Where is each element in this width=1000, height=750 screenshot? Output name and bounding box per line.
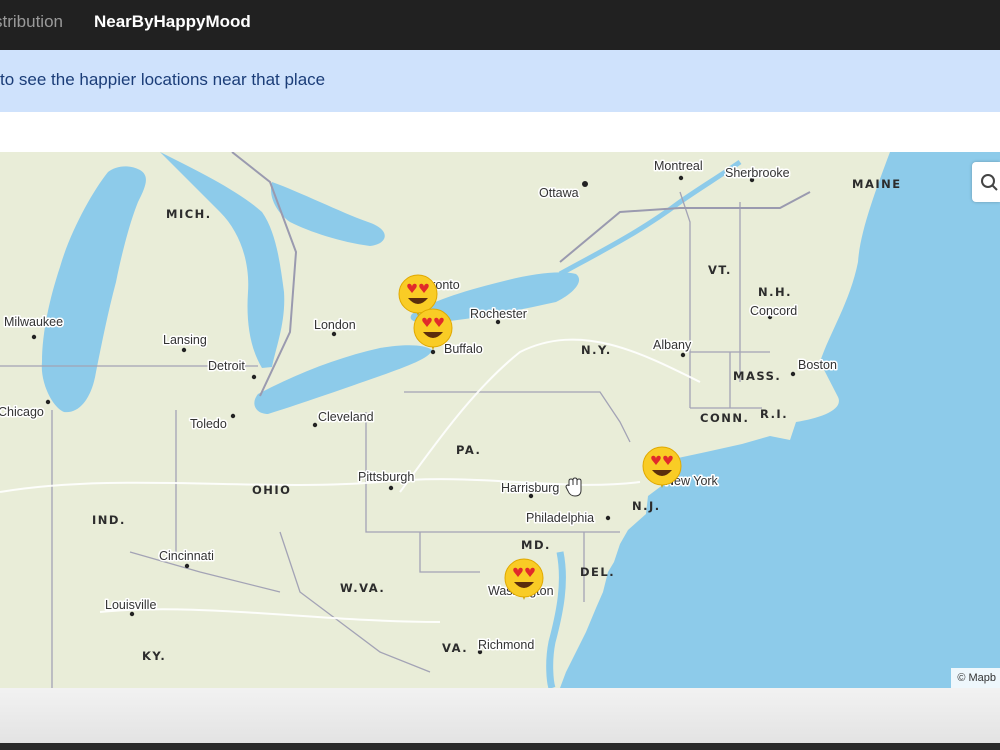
city-label: Cleveland bbox=[318, 410, 374, 424]
window-bottom-edge bbox=[0, 743, 1000, 750]
region-label: MASS. bbox=[733, 369, 781, 383]
nav-link-nearbyhappymood[interactable]: NearByHappyMood bbox=[94, 12, 251, 32]
chesapeake-bay bbox=[546, 551, 566, 688]
region-label: IND. bbox=[92, 513, 126, 527]
lake-michigan bbox=[41, 166, 146, 413]
region-label: MICH. bbox=[166, 207, 212, 221]
map-canvas[interactable]: MICH. MAINE VT. N.H. N.Y. MASS. CONN. R.… bbox=[0, 152, 1000, 688]
st-lawrence-river bbox=[558, 159, 742, 277]
city-label: Detroit bbox=[208, 359, 245, 373]
region-label: DEL. bbox=[580, 565, 615, 579]
city-label: Sherbrooke bbox=[725, 166, 790, 180]
region-label: OHIO bbox=[252, 483, 291, 497]
map-base[interactable]: MICH. MAINE VT. N.H. N.Y. MASS. CONN. R.… bbox=[0, 152, 1000, 688]
city-label: Concord bbox=[750, 304, 797, 318]
city-label: Chicago bbox=[0, 405, 44, 419]
region-label: CONN. bbox=[700, 411, 749, 425]
region-label: PA. bbox=[456, 443, 481, 457]
region-label: VA. bbox=[442, 641, 468, 655]
region-label: MAINE bbox=[852, 177, 902, 191]
page-footer bbox=[0, 688, 1000, 743]
grab-cursor-icon bbox=[565, 477, 582, 497]
city-label: Rochester bbox=[470, 307, 527, 321]
info-banner: to see the happier locations near that p… bbox=[0, 50, 1000, 112]
region-label: N.Y. bbox=[581, 343, 612, 357]
city-label: Cincinnati bbox=[159, 549, 214, 563]
city-label: Philadelphia bbox=[526, 511, 594, 525]
city-label: Pittsburgh bbox=[358, 470, 414, 484]
region-label: W.VA. bbox=[340, 581, 385, 595]
map-search-button[interactable] bbox=[972, 162, 1000, 202]
city-label: London bbox=[314, 318, 356, 332]
city-label: Lansing bbox=[163, 333, 207, 347]
nav-link-distribution[interactable]: stribution bbox=[0, 12, 63, 32]
lake-erie bbox=[254, 345, 432, 414]
city-label: Milwaukee bbox=[4, 315, 63, 329]
city-label: Ottawa bbox=[539, 186, 579, 200]
spacer bbox=[0, 112, 1000, 152]
region-label: N.J. bbox=[632, 499, 661, 513]
region-label: N.H. bbox=[758, 285, 792, 299]
city-label: Louisville bbox=[105, 598, 156, 612]
map-attribution[interactable]: © Mapb bbox=[951, 668, 1000, 688]
region-label: KY. bbox=[142, 649, 166, 663]
city-label: Montreal bbox=[654, 159, 703, 173]
info-banner-text: to see the happier locations near that p… bbox=[0, 70, 326, 89]
city-label: Richmond bbox=[478, 638, 534, 652]
top-navbar: stribution NearByHappyMood bbox=[0, 0, 1000, 50]
city-label: Albany bbox=[653, 338, 692, 352]
search-icon bbox=[981, 174, 998, 191]
region-label: MD. bbox=[521, 538, 551, 552]
city-label: Buffalo bbox=[444, 342, 483, 356]
region-label: VT. bbox=[708, 263, 732, 277]
city-label: Harrisburg bbox=[501, 481, 559, 495]
city-label: Toledo bbox=[190, 417, 227, 431]
city-label: Boston bbox=[798, 358, 837, 372]
region-label: R.I. bbox=[760, 407, 788, 421]
